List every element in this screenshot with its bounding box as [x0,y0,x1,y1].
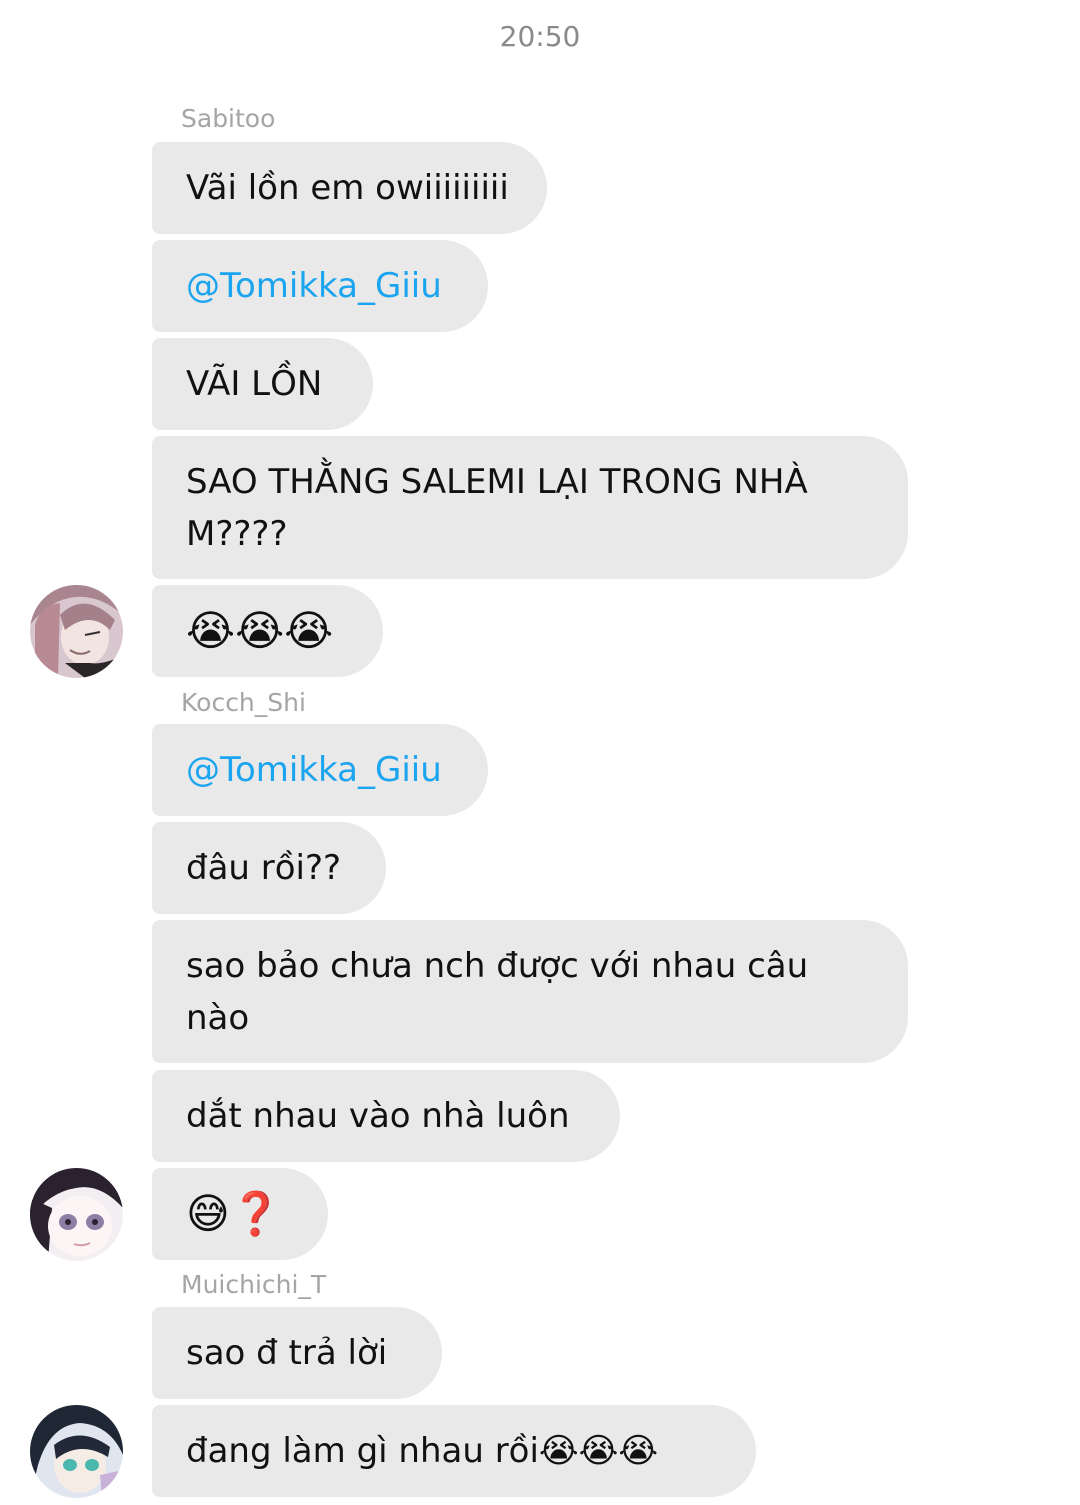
message-bubble[interactable]: sao bảo chưa nch được với nhau câu nào [152,920,908,1063]
emoji-message: 😭😭😭 [186,606,334,655]
message-bubble[interactable]: SAO THẰNG SALEMI LẠI TRONG NHÀ M???? [152,436,908,579]
message-text: sao bảo chưa nch được với nhau câu nào [186,945,809,1038]
message-text: đâu rồi?? [186,848,342,888]
sender-name-sabitoo: Sabitoo [181,104,276,133]
message-text: dắt nhau vào nhà luôn [186,1096,570,1136]
message-bubble[interactable]: Vãi lồn em owiiiiiiiii [152,142,547,234]
message-bubble[interactable]: đang làm gì nhau rồi😭😭😭 [152,1405,756,1497]
sender-name-kocch-shi: Kocch_Shi [181,688,306,717]
kocch-shi-avatar[interactable] [30,1168,123,1261]
sender-name-muichichi: Muichichi_T [181,1270,327,1299]
message-text: Vãi lồn em owiiiiiiiii [186,168,509,208]
message-bubble[interactable]: đâu rồi?? [152,822,386,914]
mention-link[interactable]: @Tomikka_Giiu [186,744,442,796]
message-bubble[interactable]: VÃI LỒN [152,338,373,430]
emoji-message: 😅❓ [186,1189,283,1238]
muichichi-avatar[interactable] [30,1405,123,1498]
mention-link[interactable]: @Tomikka_Giiu [186,260,442,312]
message-text: SAO THẰNG SALEMI LẠI TRONG NHÀ M???? [186,461,808,554]
message-bubble[interactable]: 😭😭😭 [152,585,383,677]
message-text: đang làm gì nhau rồi😭😭😭 [186,1431,659,1471]
message-bubble[interactable]: sao đ trả lời [152,1307,442,1399]
message-bubble[interactable]: 😅❓ [152,1168,328,1260]
message-bubble[interactable]: @Tomikka_Giiu [152,240,488,332]
message-text: VÃI LỒN [186,364,323,404]
message-bubble[interactable]: dắt nhau vào nhà luôn [152,1070,620,1162]
sabitoo-avatar[interactable] [30,585,123,678]
message-text: sao đ trả lời [186,1333,388,1373]
message-bubble[interactable]: @Tomikka_Giiu [152,724,488,816]
message-timestamp: 20:50 [499,20,581,53]
